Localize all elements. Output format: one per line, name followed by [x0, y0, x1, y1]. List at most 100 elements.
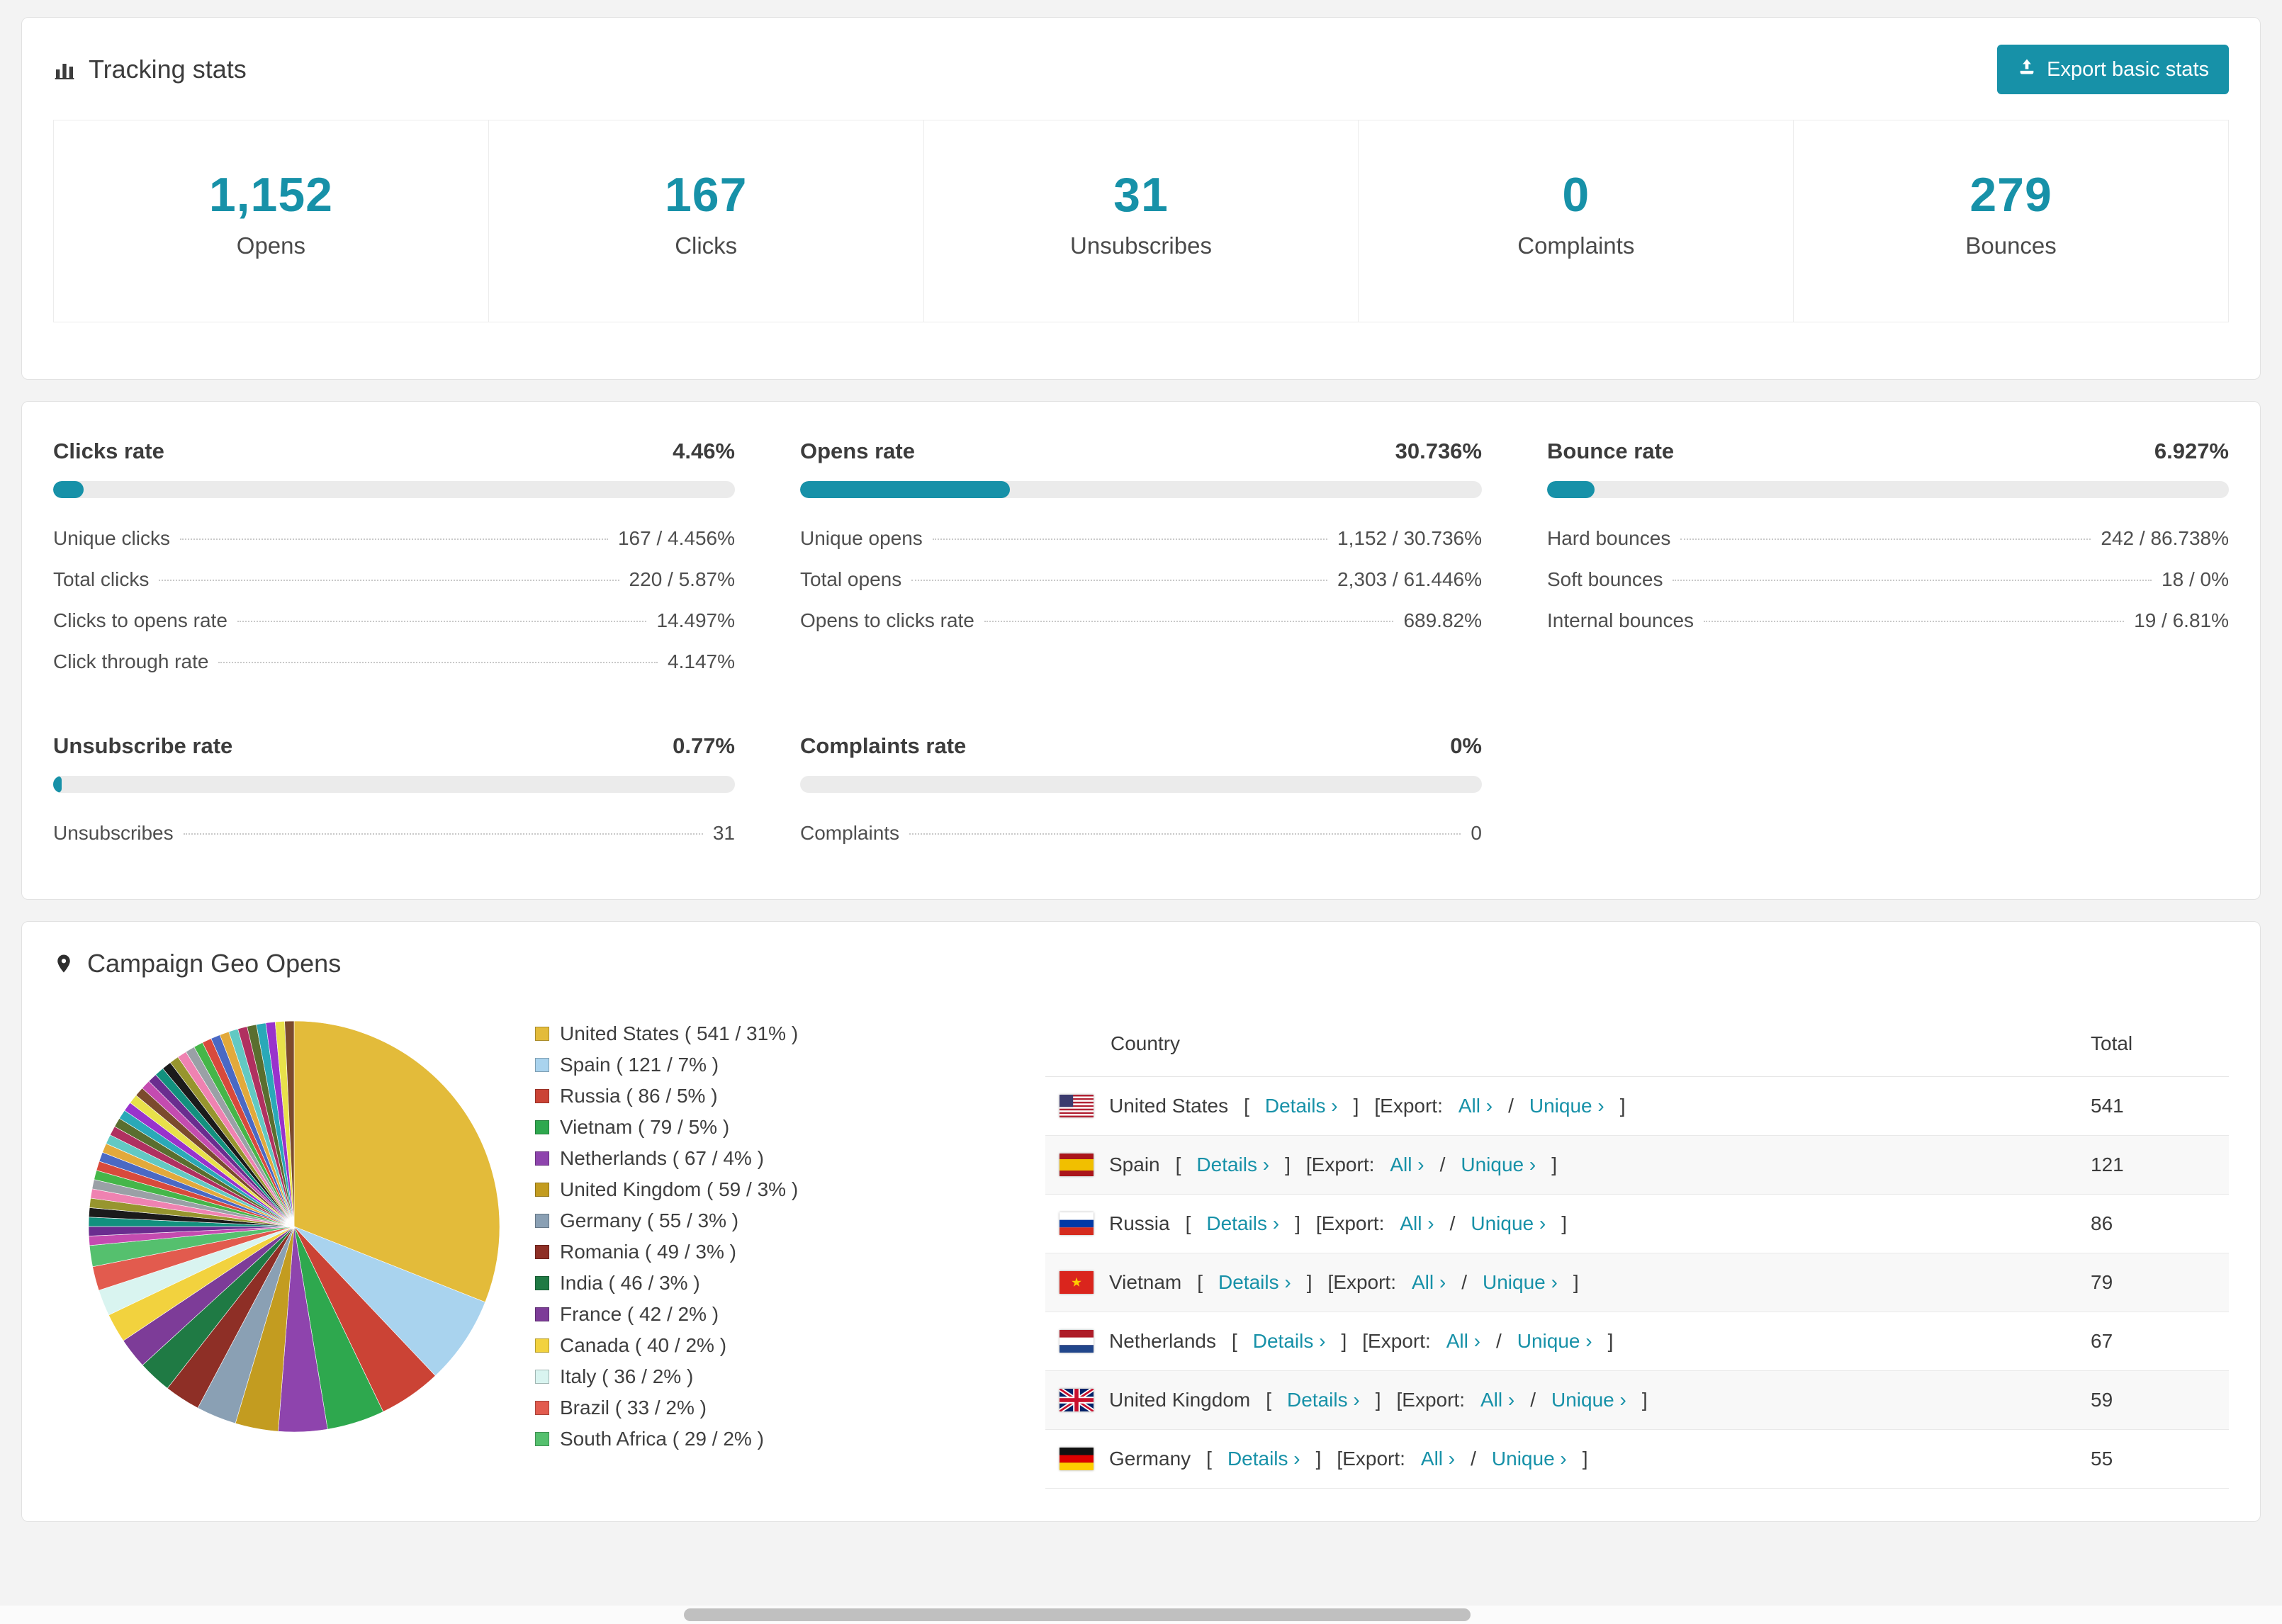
flag-gb-icon: [1060, 1389, 1094, 1411]
legend-label: Germany ( 55 / 3% ): [560, 1209, 739, 1231]
dotted-leader: [237, 621, 647, 622]
rate-row-label: Unsubscribes: [53, 822, 174, 844]
tracking-stats-title: Tracking stats: [53, 55, 247, 84]
geo-content: United States ( 541 / 31% ) Spain ( 121 …: [22, 1000, 2260, 1489]
export-all-link[interactable]: All ›: [1412, 1271, 1446, 1294]
geo-table-row: United Kingdom [Details ›] [Export: All …: [1045, 1370, 2229, 1430]
legend-item: Spain ( 121 / 7% ): [535, 1049, 1045, 1081]
rate-block-clicks-rate: Clicks rate 4.46% Unique clicks 167 / 4.…: [53, 439, 735, 682]
rate-progress-bar: [53, 481, 735, 498]
tracking-stats-title-text: Tracking stats: [89, 55, 247, 84]
export-unique-link[interactable]: Unique ›: [1471, 1212, 1546, 1235]
country-total: 86: [2076, 1194, 2229, 1253]
export-all-link[interactable]: All ›: [1421, 1448, 1455, 1470]
rate-row-label: Click through rate: [53, 650, 209, 672]
details-link[interactable]: Details ›: [1218, 1271, 1291, 1294]
country-cell: Russia [Details ›] [Export: All › / Uniq…: [1060, 1212, 2062, 1235]
country-name: United Kingdom: [1109, 1389, 1251, 1411]
export-all-link[interactable]: All ›: [1390, 1154, 1424, 1176]
bracket: ]: [1341, 1330, 1347, 1352]
country-total: 59: [2076, 1370, 2229, 1430]
rate-block-bounce-rate: Bounce rate 6.927% Hard bounces 242 / 86…: [1547, 439, 2229, 682]
flag-nl-icon: [1060, 1330, 1094, 1353]
legend-label: Vietnam ( 79 / 5% ): [560, 1116, 730, 1138]
export-unique-link[interactable]: Unique ›: [1529, 1095, 1604, 1117]
bracket: [: [1231, 1330, 1237, 1352]
rates-card: Clicks rate 4.46% Unique clicks 167 / 4.…: [21, 401, 2261, 900]
legend-item: United Kingdom ( 59 / 3% ): [535, 1174, 1045, 1205]
bracket: ]: [1573, 1271, 1579, 1293]
rate-title: Complaints rate: [800, 733, 967, 758]
rate-progress-fill: [800, 481, 1010, 498]
rate-row: Internal bounces 19 / 6.81%: [1547, 600, 2229, 641]
country-name: United States: [1109, 1095, 1229, 1117]
legend-swatch: [535, 1338, 549, 1353]
export-all-link[interactable]: All ›: [1480, 1389, 1514, 1411]
details-link[interactable]: Details ›: [1287, 1389, 1360, 1411]
horizontal-scrollbar-track[interactable]: [0, 1606, 2282, 1624]
legend-label: United Kingdom ( 59 / 3% ): [560, 1178, 799, 1200]
export-prefix: [Export:: [1362, 1330, 1431, 1352]
export-unique-link[interactable]: Unique ›: [1517, 1330, 1592, 1353]
export-unique-link[interactable]: Unique ›: [1483, 1271, 1558, 1294]
geo-table-row: Vietnam [Details ›] [Export: All › / Uni…: [1045, 1253, 2229, 1312]
rate-row: Opens to clicks rate 689.82%: [800, 600, 1482, 641]
country-total: 79: [2076, 1253, 2229, 1312]
bracket: [: [1197, 1271, 1203, 1293]
export-unique-link[interactable]: Unique ›: [1492, 1448, 1567, 1470]
bracket: [: [1175, 1154, 1181, 1175]
stat-value: 0: [1562, 168, 1590, 222]
rate-block-complaints-rate: Complaints rate 0% Complaints 0: [800, 733, 1482, 854]
rate-head: Complaints rate 0%: [800, 733, 1482, 759]
country-cell: Germany [Details ›] [Export: All › / Uni…: [1060, 1448, 2062, 1470]
export-all-link[interactable]: All ›: [1400, 1212, 1434, 1235]
details-link[interactable]: Details ›: [1196, 1154, 1269, 1176]
dotted-leader: [183, 833, 703, 835]
details-link[interactable]: Details ›: [1206, 1212, 1279, 1235]
rate-row-value: 242 / 86.738%: [2101, 527, 2229, 549]
rate-row-label: Unique opens: [800, 527, 923, 549]
legend-item: Canada ( 40 / 2% ): [535, 1330, 1045, 1361]
stat-boxes: 1,152 Opens 167 Clicks 31 Unsubscribes 0…: [53, 120, 2229, 322]
rate-row-value: 0: [1471, 822, 1482, 844]
horizontal-scrollbar-thumb[interactable]: [684, 1608, 1471, 1621]
geo-table-row: Russia [Details ›] [Export: All › / Uniq…: [1045, 1194, 2229, 1253]
details-link[interactable]: Details ›: [1265, 1095, 1338, 1117]
bar-chart-icon: [53, 58, 76, 81]
rate-head: Clicks rate 4.46%: [53, 439, 735, 464]
legend-label: Spain ( 121 / 7% ): [560, 1054, 719, 1076]
details-link[interactable]: Details ›: [1253, 1330, 1326, 1353]
export-all-link[interactable]: All ›: [1446, 1330, 1480, 1353]
flag-es-icon: [1060, 1154, 1094, 1176]
stat-value: 167: [664, 168, 748, 222]
geo-table-row: United States [Details ›] [Export: All ›…: [1045, 1076, 2229, 1136]
rate-progress-bar: [800, 481, 1482, 498]
stat-label: Complaints: [1517, 232, 1635, 259]
rate-row: Complaints 0: [800, 813, 1482, 854]
export-basic-stats-button[interactable]: Export basic stats: [1997, 45, 2229, 94]
export-all-link[interactable]: All ›: [1458, 1095, 1493, 1117]
rates-grid: Clicks rate 4.46% Unique clicks 167 / 4.…: [53, 439, 2229, 854]
rate-rows: Hard bounces 242 / 86.738% Soft bounces …: [1547, 518, 2229, 641]
country-total: 55: [2076, 1429, 2229, 1489]
country-name: Vietnam: [1109, 1271, 1182, 1293]
legend-label: France ( 42 / 2% ): [560, 1303, 719, 1325]
rate-head: Opens rate 30.736%: [800, 439, 1482, 464]
country-total: 541: [2076, 1076, 2229, 1136]
country-cell: Netherlands [Details ›] [Export: All › /…: [1060, 1330, 2062, 1353]
details-link[interactable]: Details ›: [1227, 1448, 1300, 1470]
geo-pie-chart: [53, 1003, 535, 1489]
slash: /: [1449, 1212, 1456, 1234]
legend-label: Canada ( 40 / 2% ): [560, 1334, 727, 1356]
slash: /: [1461, 1271, 1467, 1293]
stat-label: Unsubscribes: [1070, 232, 1212, 259]
export-unique-link[interactable]: Unique ›: [1551, 1389, 1626, 1411]
legend-item: Romania ( 49 / 3% ): [535, 1236, 1045, 1268]
page: Tracking stats Export basic stats 1,152 …: [0, 0, 2282, 1522]
rate-row: Unique clicks 167 / 4.456%: [53, 518, 735, 559]
country-name: Germany: [1109, 1448, 1191, 1470]
slash: /: [1495, 1330, 1502, 1352]
export-unique-link[interactable]: Unique ›: [1461, 1154, 1536, 1176]
rate-progress-bar: [1547, 481, 2229, 498]
dotted-leader: [1673, 580, 2152, 581]
